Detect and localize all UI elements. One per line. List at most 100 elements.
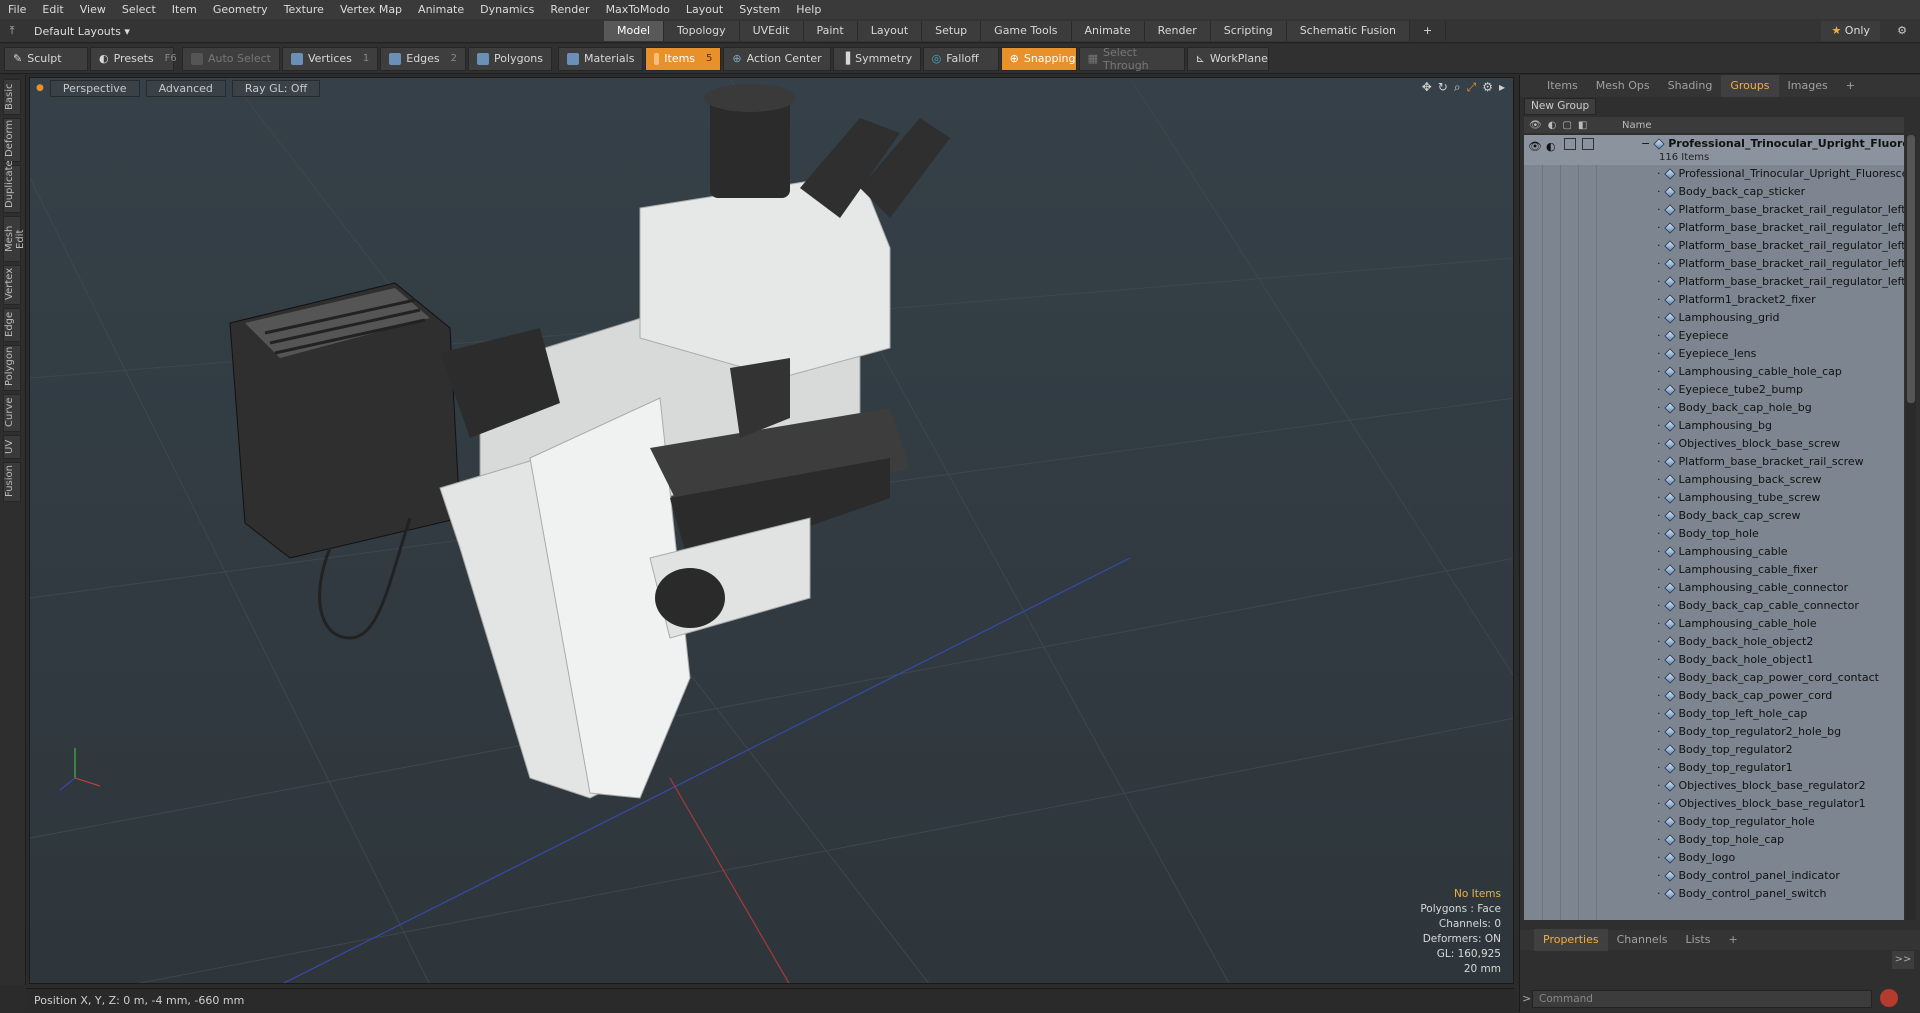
list-item[interactable]: · Body_top_regulator2 (1524, 741, 1904, 759)
auto-select-button[interactable]: Auto Select (182, 46, 280, 71)
list-item[interactable]: · Lamphousing_back_screw (1524, 471, 1904, 489)
falloff-button[interactable]: ◎ Falloff (922, 46, 999, 71)
add-tab-icon[interactable]: + (1410, 21, 1447, 41)
bottom-tab-properties[interactable]: Properties (1534, 929, 1608, 951)
list-item[interactable]: · Body_top_regulator1 (1524, 759, 1904, 777)
menu-layout[interactable]: Layout (678, 0, 731, 19)
layout-tab-layout[interactable]: Layout (857, 21, 923, 41)
list-item[interactable]: · Lamphousing_tube_screw (1524, 489, 1904, 507)
bottom-tab-channels[interactable]: Channels (1608, 929, 1677, 951)
snapping-button[interactable]: ⊕ Snapping (1000, 46, 1077, 71)
list-item[interactable]: · Lamphousing_cable_hole_cap (1524, 363, 1904, 381)
layout-tab-schematic-fusion[interactable]: Schematic Fusion (1286, 21, 1411, 41)
select-toggle-icon[interactable] (1564, 138, 1576, 150)
expand-button[interactable]: >> (1892, 951, 1914, 969)
list-item[interactable]: · Body_top_hole_cap (1524, 831, 1904, 849)
panel-tab-mesh-ops[interactable]: Mesh Ops (1587, 75, 1659, 97)
menu-select[interactable]: Select (114, 0, 164, 19)
layout-collapse-icon[interactable]: ⤒ (0, 24, 24, 38)
zoom-icon[interactable]: ⌕ (1454, 80, 1461, 95)
list-item[interactable]: · Body_control_panel_switch (1524, 885, 1904, 903)
list-item[interactable]: · Body_back_cap_hole_bg (1524, 399, 1904, 417)
symmetry-button[interactable]: ▐ Symmetry (832, 46, 921, 71)
viewport-gear-icon[interactable]: ⚙ (1482, 80, 1493, 95)
vertices-button[interactable]: Vertices 1 (281, 46, 379, 71)
list-item[interactable]: · Lamphousing_cable_connector (1524, 579, 1904, 597)
menu-help[interactable]: Help (788, 0, 829, 19)
menu-item[interactable]: Item (164, 0, 205, 19)
gear-icon[interactable]: ⚙ (1892, 21, 1912, 41)
shading-mode-button[interactable]: Advanced (145, 79, 226, 97)
layout-tab-render[interactable]: Render (1144, 21, 1211, 41)
list-item[interactable]: · Objectives_block_base_screw (1524, 435, 1904, 453)
list-scrollbar[interactable] (1906, 135, 1916, 920)
rotate-icon[interactable]: ↻ (1438, 80, 1448, 95)
layout-tab-uvedit[interactable]: UVEdit (739, 21, 804, 41)
list-item[interactable]: · Lamphousing_bg (1524, 417, 1904, 435)
layout-tab-paint[interactable]: Paint (803, 21, 858, 41)
menu-geometry[interactable]: Geometry (205, 0, 276, 19)
left-tab-mesh-edit[interactable]: Mesh Edit (3, 216, 26, 262)
list-item[interactable]: · Objectives_block_base_regulator1 (1524, 795, 1904, 813)
command-input[interactable]: Command (1532, 990, 1872, 1008)
add-bottom-tab-icon[interactable]: + (1719, 929, 1746, 951)
action-center-button[interactable]: ⊕ Action Center (723, 46, 831, 71)
list-item[interactable]: · Body_top_regulator_hole (1524, 813, 1904, 831)
list-item[interactable]: · Body_back_cap_power_cord (1524, 687, 1904, 705)
list-item[interactable]: · Body_top_left_hole_cap (1524, 705, 1904, 723)
group-row[interactable]: 👁 ◐ − Professional_Trinocular_Upright_Flu… (1524, 135, 1904, 165)
list-item[interactable]: · Eyepiece_tube2_bump (1524, 381, 1904, 399)
viewport-more-icon[interactable]: ▸ (1499, 80, 1505, 95)
sculpt-button[interactable]: ✎ Sculpt (4, 46, 88, 71)
list-item[interactable]: · Lamphousing_cable_hole (1524, 615, 1904, 633)
items-button[interactable]: Items 5 (645, 46, 722, 71)
workplane-button[interactable]: ⊾ WorkPlane (1186, 46, 1269, 71)
list-item[interactable]: · Platform_base_bracket_rail_regulator_le… (1524, 219, 1904, 237)
list-item[interactable]: · Platform1_bracket2_fixer (1524, 291, 1904, 309)
list-item[interactable]: · Body_back_hole_object1 (1524, 651, 1904, 669)
bottom-tab-lists[interactable]: Lists (1677, 929, 1720, 951)
menu-maxtomodo[interactable]: MaxToModo (598, 0, 678, 19)
polygons-button[interactable]: Polygons (468, 46, 552, 71)
menu-file[interactable]: File (0, 0, 34, 19)
panel-tab-items[interactable]: Items (1538, 75, 1587, 97)
select-through-button[interactable]: ▦ Select Through (1078, 46, 1185, 72)
render-toggle-icon[interactable] (1582, 138, 1594, 150)
list-item[interactable]: · Eyepiece_lens (1524, 345, 1904, 363)
list-item[interactable]: · Body_back_cap_cable_connector (1524, 597, 1904, 615)
menu-system[interactable]: System (731, 0, 788, 19)
list-item[interactable]: · Platform_base_bracket_rail_screw (1524, 453, 1904, 471)
list-item[interactable]: · Platform_base_bracket_rail_regulator_le… (1524, 201, 1904, 219)
presets-button[interactable]: ◐ Presets F6 (90, 46, 177, 71)
edges-button[interactable]: Edges 2 (380, 46, 467, 71)
scrollbar-thumb[interactable] (1907, 135, 1915, 403)
list-item[interactable]: · Lamphousing_cable (1524, 543, 1904, 561)
left-tab-duplicate[interactable]: Duplicate (3, 160, 21, 213)
layout-tab-animate[interactable]: Animate (1071, 21, 1145, 41)
list-item[interactable]: · Lamphousing_grid (1524, 309, 1904, 327)
list-item[interactable]: · Eyepiece (1524, 327, 1904, 345)
render-icon[interactable]: ◧ (1578, 120, 1587, 131)
menu-dynamics[interactable]: Dynamics (472, 0, 542, 19)
list-item[interactable]: · Objectives_block_base_regulator2 (1524, 777, 1904, 795)
view-mode-button[interactable]: Perspective (49, 79, 140, 97)
left-tab-uv[interactable]: UV (3, 435, 21, 459)
menu-render[interactable]: Render (542, 0, 597, 19)
fit-icon[interactable]: ⤢ (1467, 80, 1477, 95)
new-group-button[interactable]: New Group (1524, 97, 1597, 115)
menu-texture[interactable]: Texture (276, 0, 332, 19)
pan-icon[interactable]: ✥ (1422, 80, 1432, 95)
3d-viewport[interactable]: ● Perspective Advanced Ray GL: Off ✥ ↻ ⌕… (29, 77, 1514, 984)
layout-tab-topology[interactable]: Topology (664, 21, 740, 41)
left-tab-vertex[interactable]: Vertex (3, 265, 21, 305)
left-tab-edge[interactable]: Edge (3, 308, 21, 342)
panel-tab-shading[interactable]: Shading (1659, 75, 1722, 97)
lock-icon[interactable]: ◐ (1546, 138, 1558, 153)
menu-vertex-map[interactable]: Vertex Map (332, 0, 410, 19)
panel-tab-images[interactable]: Images (1779, 75, 1837, 97)
eye-icon[interactable]: 👁 (1529, 120, 1542, 131)
list-item[interactable]: · Lamphousing_cable_fixer (1524, 561, 1904, 579)
eye-icon[interactable]: 👁 (1528, 138, 1542, 153)
panel-tab-groups[interactable]: Groups (1721, 75, 1779, 97)
add-panel-tab-icon[interactable]: + (1837, 75, 1864, 97)
